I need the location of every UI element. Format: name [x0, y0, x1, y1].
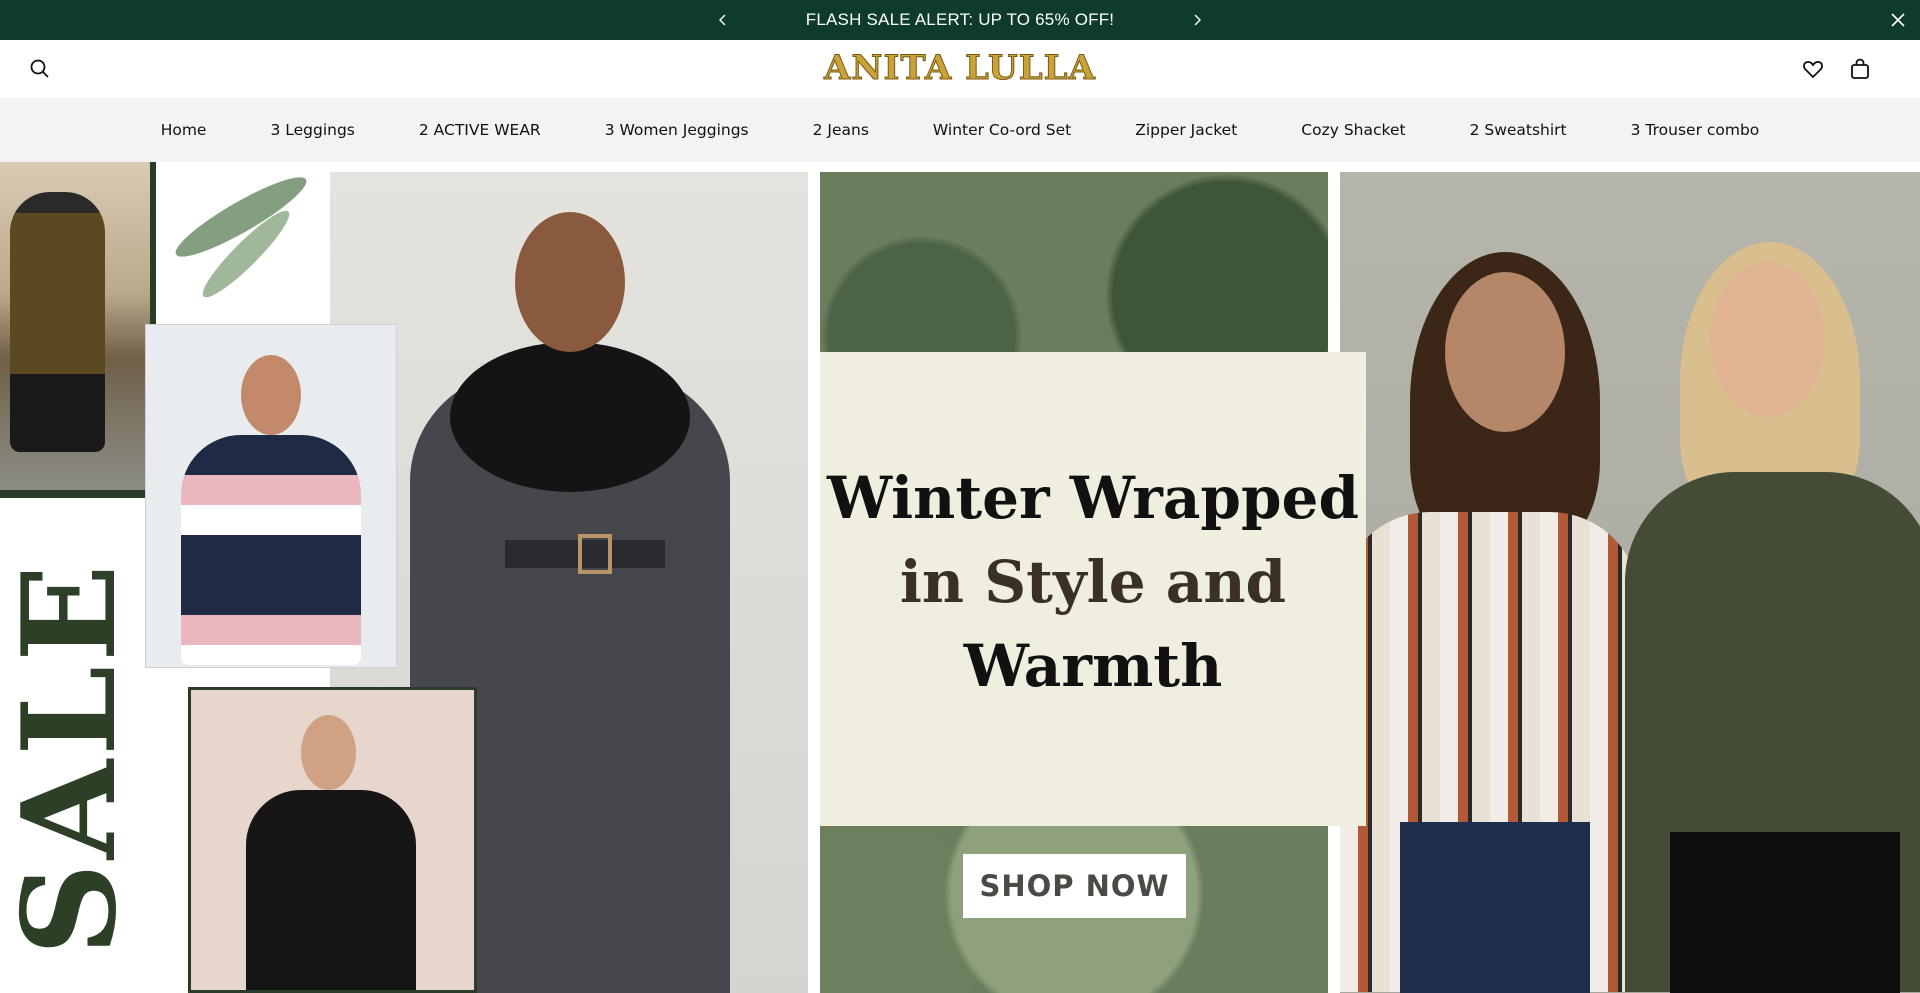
panel-gap	[808, 162, 820, 993]
headline-line-3: Warmth	[963, 632, 1223, 700]
nav-item-sweatshirt[interactable]: 2 Sweatshirt	[1438, 121, 1599, 139]
nav-item-cozy-shacket[interactable]: Cozy Shacket	[1269, 121, 1437, 139]
main-nav: Home 3 Leggings 2 ACTIVE WEAR 3 Women Je…	[0, 98, 1920, 162]
chevron-right-icon[interactable]	[1185, 8, 1209, 32]
search-icon[interactable]	[28, 57, 52, 81]
sale-graphic: SALE	[0, 498, 145, 993]
bag-icon[interactable]	[1848, 57, 1872, 81]
photo-leather-jacket	[188, 687, 477, 993]
nav-item-trouser-combo[interactable]: 3 Trouser combo	[1599, 121, 1792, 139]
photo-two-models	[1340, 172, 1920, 993]
nav-item-home[interactable]: Home	[129, 121, 239, 139]
headline-card: Winter Wrapped in Style and Warmth	[820, 352, 1366, 826]
headline-line-2: in Style and	[899, 548, 1287, 616]
logo-text[interactable]: ANITA LULLA	[824, 48, 1096, 89]
headline-line-1: Winter Wrapped	[827, 464, 1359, 532]
nav-item-zipper-jacket[interactable]: Zipper Jacket	[1103, 121, 1269, 139]
announcement-text: FLASH SALE ALERT: UP TO 65% OFF!	[805, 10, 1115, 29]
heart-icon[interactable]	[1801, 57, 1825, 81]
frame-divider	[0, 490, 150, 498]
sale-text: SALE	[0, 560, 145, 956]
nav-item-winter-co-ord-set[interactable]: Winter Co-ord Set	[901, 121, 1103, 139]
nav-item-women-jeggings[interactable]: 3 Women Jeggings	[573, 121, 781, 139]
nav-item-jeans[interactable]: 2 Jeans	[781, 121, 901, 139]
photo-olive-coat	[0, 162, 150, 490]
announcement-bar: FLASH SALE ALERT: UP TO 65% OFF!	[0, 0, 1920, 40]
leaf-illustration	[156, 162, 331, 322]
hero-banner[interactable]: SALE Winter Wrapped in Style and Warmth …	[0, 162, 1920, 993]
nav-item-active-wear[interactable]: 2 ACTIVE WEAR	[387, 121, 573, 139]
logo: ANITA LULLA	[0, 48, 1920, 89]
nav-item-leggings[interactable]: 3 Leggings	[238, 121, 386, 139]
close-icon[interactable]	[1886, 8, 1910, 32]
photo-puffer-jacket	[145, 324, 397, 668]
shop-now-button[interactable]: SHOP NOW	[963, 854, 1186, 918]
site-header: ANITA LULLA	[0, 40, 1920, 98]
